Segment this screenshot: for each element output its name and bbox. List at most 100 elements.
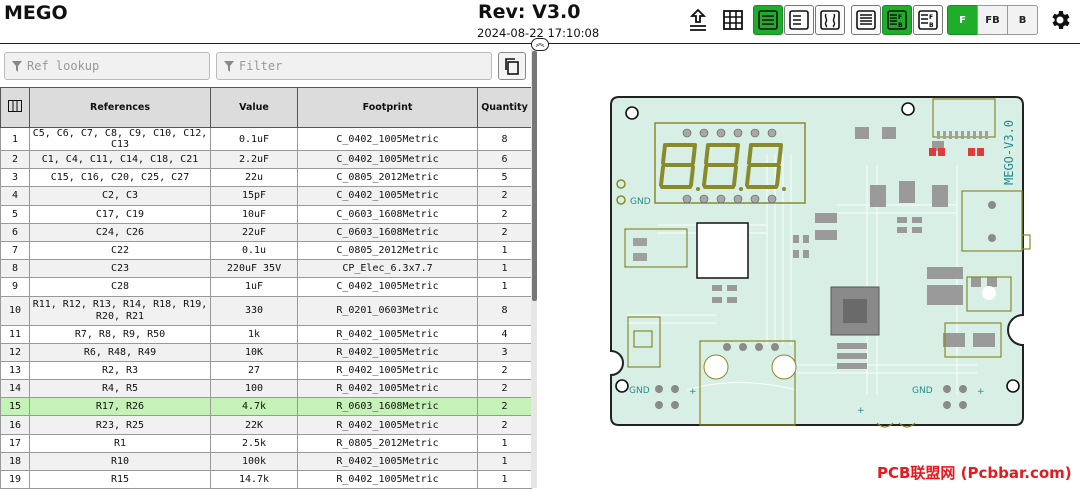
table-row[interactable]: 3 C15, C16, C20, C25, C27 22u C_0805_2012Me… [0, 168, 532, 188]
test-point [959, 385, 967, 393]
cell-references: R1 [29, 433, 211, 453]
test-point [959, 401, 967, 409]
pad [633, 238, 647, 246]
column-header-value[interactable]: Value [210, 87, 298, 128]
row-number: 17 [0, 433, 30, 453]
pcb-canvas[interactable]: GND MEGO-V3.0 GND + GND + + [537, 45, 1080, 488]
table-row[interactable]: 12 R6, R48, R49 10K R_0402_1005Metric 3 [0, 342, 532, 362]
column-settings-icon[interactable] [0, 87, 30, 128]
bom-header-row: References Value Footprint Quantity [0, 87, 532, 128]
cell-footprint: R_0402_1005Metric [297, 451, 478, 472]
mount-hole [625, 106, 639, 120]
cell-footprint: C_0402_1005Metric [297, 277, 478, 297]
cell-references: R23, R25 [29, 415, 211, 435]
test-point [655, 401, 663, 409]
table-row[interactable]: 7 C22 0.1u C_0805_2012Metric 1 [0, 240, 532, 261]
layer-back-button[interactable]: B [1007, 5, 1038, 35]
cell-references: R15 [29, 469, 211, 490]
cell-references: C22 [29, 240, 211, 261]
table-row[interactable]: 8 C23 220uF 35V CP_Elec_6.3x7.7 1 [0, 259, 532, 279]
table-row[interactable]: 4 C2, C3 15pF C_0402_1005Metric 2 [0, 186, 532, 206]
table-row[interactable]: 9 C28 1uF C_0402_1005Metric 1 [0, 277, 532, 297]
pcb-view[interactable]: GND MEGO-V3.0 GND + GND + + [537, 45, 1080, 488]
cell-quantity: 2 [477, 397, 532, 417]
cell-references: C28 [29, 277, 211, 297]
cell-quantity: 1 [477, 259, 532, 279]
upload-pcb-icon[interactable] [684, 6, 712, 34]
svg-text:B: B [929, 22, 934, 29]
row-number: 2 [0, 149, 30, 170]
cell-references: R6, R48, R49 [29, 342, 211, 362]
cell-quantity: 2 [477, 204, 532, 224]
test-point [671, 401, 679, 409]
cell-references: C23 [29, 259, 211, 279]
layer-front-button[interactable]: F [947, 5, 978, 35]
table-row[interactable]: 5 C17, C19 10uF C_0603_1608Metric 2 [0, 204, 532, 224]
ref-lookup-input[interactable]: Ref lookup [4, 52, 210, 80]
cell-footprint: C_0402_1005Metric [297, 149, 478, 170]
column-header-quantity[interactable]: Quantity [477, 87, 532, 128]
row-number: 10 [0, 295, 30, 326]
mount-hole [615, 379, 629, 393]
grid-icon[interactable] [719, 6, 747, 34]
cell-quantity: 5 [477, 168, 532, 188]
row-number: 3 [0, 168, 30, 188]
table-row[interactable]: 16 R23, R25 22K R_0402_1005Metric 2 [0, 415, 532, 435]
cell-value: 0.1uF [210, 127, 298, 151]
cell-value: 1uF [210, 277, 298, 297]
layer-front-back-button[interactable]: FB [977, 5, 1008, 35]
cell-footprint: C_0603_1608Metric [297, 204, 478, 224]
cell-quantity: 2 [477, 186, 532, 206]
filter-icon [12, 61, 22, 72]
connector-pin [739, 343, 747, 351]
cell-quantity: 2 [477, 222, 532, 242]
row-number: 7 [0, 240, 30, 261]
cell-quantity: 1 [477, 433, 532, 453]
cell-footprint: C_0805_2012Metric [297, 240, 478, 261]
collapse-header-button[interactable]: ︽ [531, 38, 549, 51]
cell-footprint: CP_Elec_6.3x7.7 [297, 259, 478, 279]
bom-top-drawings-bottom-icon[interactable] [815, 5, 845, 35]
table-row[interactable]: 1 C5, C6, C7, C8, C9, C10, C12, C13 0.1uF C… [0, 127, 532, 151]
bom-split-fb-icon[interactable]: FB [913, 5, 943, 35]
bom-grouped-fb-icon[interactable]: FB [882, 5, 912, 35]
row-number: 13 [0, 360, 30, 381]
mount-hole [901, 102, 915, 116]
gnd-label: GND [912, 386, 933, 396]
table-row[interactable]: 14 R4, R5 100 R_0402_1005Metric 2 [0, 379, 532, 399]
table-row[interactable]: 6 C24, C26 22uF C_0603_1608Metric 2 [0, 222, 532, 242]
copy-icon[interactable] [498, 52, 526, 80]
connector-pin [723, 343, 731, 351]
row-number: 14 [0, 379, 30, 399]
table-row[interactable]: 15 R17, R26 4.7k R_0603_1608Metric 2 [0, 397, 532, 417]
cell-footprint: C_0805_2012Metric [297, 168, 478, 188]
table-row[interactable]: 2 C1, C4, C11, C14, C18, C21 2.2uF C_0402_1… [0, 149, 532, 170]
cell-footprint: R_0402_1005Metric [297, 415, 478, 435]
table-row[interactable]: 11 R7, R8, R9, R50 1k R_0402_1005Metric 4 [0, 324, 532, 344]
svg-text:F: F [898, 14, 902, 21]
cell-quantity: 2 [477, 360, 532, 381]
cell-value: 100 [210, 379, 298, 399]
table-row[interactable]: 19 R15 14.7k R_0402_1005Metric 1 [0, 469, 532, 490]
gear-icon[interactable] [1045, 5, 1075, 35]
cell-value: 1k [210, 324, 298, 344]
cell-value: 10K [210, 342, 298, 362]
led [977, 148, 984, 156]
table-row[interactable]: 10 R11, R12, R13, R14, R18, R19, R20, R21… [0, 295, 532, 326]
bom-left-drawings-right-icon[interactable] [784, 5, 814, 35]
row-number: 16 [0, 415, 30, 435]
led [929, 148, 936, 156]
bom-list-icon[interactable] [851, 5, 881, 35]
table-row[interactable]: 18 R10 100k R_0402_1005Metric 1 [0, 451, 532, 472]
cell-value: 22K [210, 415, 298, 435]
bom-only-icon[interactable] [753, 5, 783, 35]
row-number: 8 [0, 259, 30, 279]
column-header-footprint[interactable]: Footprint [297, 87, 478, 128]
filter-input[interactable]: Filter [216, 52, 492, 80]
cell-value: 2.2uF [210, 149, 298, 170]
table-row[interactable]: 17 R1 2.5k R_0805_2012Metric 1 [0, 433, 532, 453]
cell-references: R4, R5 [29, 379, 211, 399]
app-title: MEGO [4, 2, 68, 24]
column-header-references[interactable]: References [29, 87, 211, 128]
table-row[interactable]: 13 R2, R3 27 R_0402_1005Metric 2 [0, 360, 532, 381]
